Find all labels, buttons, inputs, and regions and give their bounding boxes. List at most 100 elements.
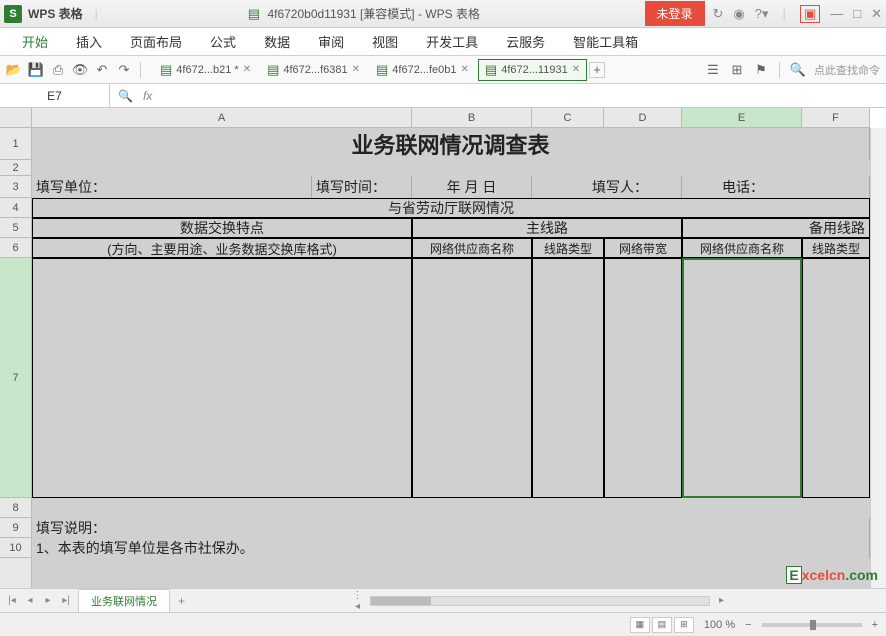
row-header-3[interactable]: 3 [0, 176, 31, 198]
zoom-slider[interactable] [762, 623, 862, 627]
cell-backup-line[interactable]: 备用线路 [682, 218, 870, 238]
row-header-1[interactable]: 1 [0, 128, 31, 160]
open-icon[interactable]: 📂 [6, 62, 22, 78]
close-tab-icon[interactable]: ✕ [352, 64, 360, 75]
row-header-10[interactable]: 10 [0, 538, 31, 558]
row-header-8[interactable]: 8 [0, 498, 31, 518]
cell-fill-unit[interactable]: 填写单位： [32, 176, 312, 198]
sheet-tab[interactable]: 业务联网情况 [78, 589, 170, 612]
row-header-7[interactable]: 7 [0, 258, 31, 498]
help-icon[interactable]: ?▾ [755, 6, 769, 22]
normal-view-icon[interactable]: ▦ [630, 617, 650, 633]
menu-smart-tools[interactable]: 智能工具箱 [559, 28, 652, 55]
cell-line-type2[interactable]: 线路类型 [802, 238, 870, 258]
menu-start[interactable]: 开始 [8, 28, 62, 55]
break-view-icon[interactable]: ⊞ [674, 617, 694, 633]
select-all-corner[interactable] [0, 108, 32, 128]
cell-e7[interactable] [682, 258, 802, 498]
page-view-icon[interactable]: ▤ [652, 617, 672, 633]
col-header-e[interactable]: E [682, 108, 802, 127]
search-fx-icon[interactable]: 🔍 [118, 89, 133, 103]
close-icon[interactable]: ✕ [871, 6, 882, 22]
row-header-6[interactable]: 6 [0, 238, 31, 258]
cell-supplier[interactable]: 网络供应商名称 [412, 238, 532, 258]
row-header-4[interactable]: 4 [0, 198, 31, 218]
zoom-level[interactable]: 100 % [704, 619, 735, 631]
row-header-5[interactable]: 5 [0, 218, 31, 238]
cell-fill-time[interactable]: 填写时间： [312, 176, 412, 198]
col-header-d[interactable]: D [604, 108, 682, 127]
menu-review[interactable]: 审阅 [304, 28, 358, 55]
prev-sheet-icon[interactable]: ◂ [22, 595, 38, 606]
row-header-2[interactable]: 2 [0, 160, 31, 176]
cell-f7[interactable] [802, 258, 870, 498]
cell-line-type[interactable]: 线路类型 [532, 238, 604, 258]
col-header-a[interactable]: A [32, 108, 412, 127]
col-header-b[interactable]: B [412, 108, 532, 127]
cell-province-net[interactable]: 与省劳动厅联网情况 [32, 198, 870, 218]
menu-page-layout[interactable]: 页面布局 [116, 28, 196, 55]
cell-b7[interactable] [412, 258, 532, 498]
undo-icon[interactable]: ↶ [94, 62, 110, 78]
cell-main-line[interactable]: 主线路 [412, 218, 682, 238]
menu-data[interactable]: 数据 [250, 28, 304, 55]
search-hint[interactable]: 点此查找命令 [814, 62, 880, 78]
skin-icon[interactable]: ◉ [733, 6, 744, 22]
cell-c7[interactable] [532, 258, 604, 498]
scroll-left-icon[interactable]: ⋮ ◂ [350, 590, 366, 612]
doc-tab-1[interactable]: ▤4f672...b21 *✕ [153, 59, 258, 81]
save-icon[interactable]: 💾 [28, 62, 44, 78]
spreadsheet[interactable]: A B C D E F 1 2 3 4 5 6 7 8 9 10 业务联网情况调… [0, 108, 886, 588]
cell-a7[interactable] [32, 258, 412, 498]
cell-data-exchange[interactable]: 数据交换特点 [32, 218, 412, 238]
menu-view[interactable]: 视图 [358, 28, 412, 55]
name-box[interactable]: E7 [0, 84, 110, 107]
maximize-icon[interactable]: □ [853, 6, 861, 21]
fx-label[interactable]: fx [143, 89, 152, 103]
print-icon[interactable]: ⎙ [50, 62, 66, 78]
search-icon[interactable]: 🔍 [790, 62, 806, 78]
cell-supplier2[interactable]: 网络供应商名称 [682, 238, 802, 258]
scroll-right-icon[interactable]: ▸ [714, 595, 730, 606]
sync-icon[interactable]: ↻ [713, 6, 724, 22]
cell-filler[interactable]: 填写人： [532, 176, 682, 198]
menu-cloud[interactable]: 云服务 [492, 28, 559, 55]
scroll-thumb[interactable] [371, 597, 431, 605]
cell-note-1[interactable]: 1、本表的填写单位是各市社保办。 [32, 538, 870, 558]
horizontal-scrollbar[interactable] [370, 596, 710, 606]
next-sheet-icon[interactable]: ▸ [40, 595, 56, 606]
col-header-c[interactable]: C [532, 108, 604, 127]
last-sheet-icon[interactable]: ▸| [58, 595, 74, 606]
menu-dev-tools[interactable]: 开发工具 [412, 28, 492, 55]
zoom-out-icon[interactable]: − [745, 619, 751, 631]
col-header-f[interactable]: F [802, 108, 870, 127]
minimize-icon[interactable]: — [830, 6, 843, 21]
doc-tab-2[interactable]: ▤4f672...f6381✕ [260, 59, 367, 81]
add-sheet-icon[interactable]: + [170, 594, 193, 608]
close-tab-icon[interactable]: ✕ [243, 64, 251, 75]
row-header-9[interactable]: 9 [0, 518, 31, 538]
cell-d7[interactable] [604, 258, 682, 498]
cell-phone[interactable]: 电话： [682, 176, 870, 198]
menu-insert[interactable]: 插入 [62, 28, 116, 55]
redo-icon[interactable]: ↷ [116, 62, 132, 78]
grid-icon[interactable]: ⊞ [729, 62, 745, 78]
pin-icon[interactable]: ▣ [800, 5, 820, 23]
close-tab-icon[interactable]: ✕ [572, 64, 580, 75]
cell-note-header[interactable]: 填写说明： [32, 518, 870, 538]
cell-bandwidth[interactable]: 网络带宽 [604, 238, 682, 258]
vertical-scrollbar[interactable] [870, 128, 886, 588]
add-tab-icon[interactable]: + [589, 62, 605, 78]
close-tab-icon[interactable]: ✕ [461, 64, 469, 75]
cell-date[interactable]: 年 月 日 [412, 176, 532, 198]
cell-title[interactable]: 业务联网情况调查表 [32, 128, 870, 160]
preview-icon[interactable]: 👁 [72, 62, 88, 78]
first-sheet-icon[interactable]: |◂ [4, 595, 20, 606]
doc-tab-4[interactable]: ▤4f672...11931✕ [478, 59, 587, 81]
doc-tab-3[interactable]: ▤4f672...fe0b1✕ [369, 59, 476, 81]
list-icon[interactable]: ☰ [705, 62, 721, 78]
cell-exchange-detail[interactable]: (方向、主要用途、业务数据交换库格式) [32, 238, 412, 258]
grid[interactable]: 业务联网情况调查表 填写单位： 填写时间： 年 月 日 填写人： 电话： 与省劳… [32, 128, 870, 588]
flag-icon[interactable]: ⚑ [753, 62, 769, 78]
zoom-in-icon[interactable]: + [872, 619, 878, 631]
